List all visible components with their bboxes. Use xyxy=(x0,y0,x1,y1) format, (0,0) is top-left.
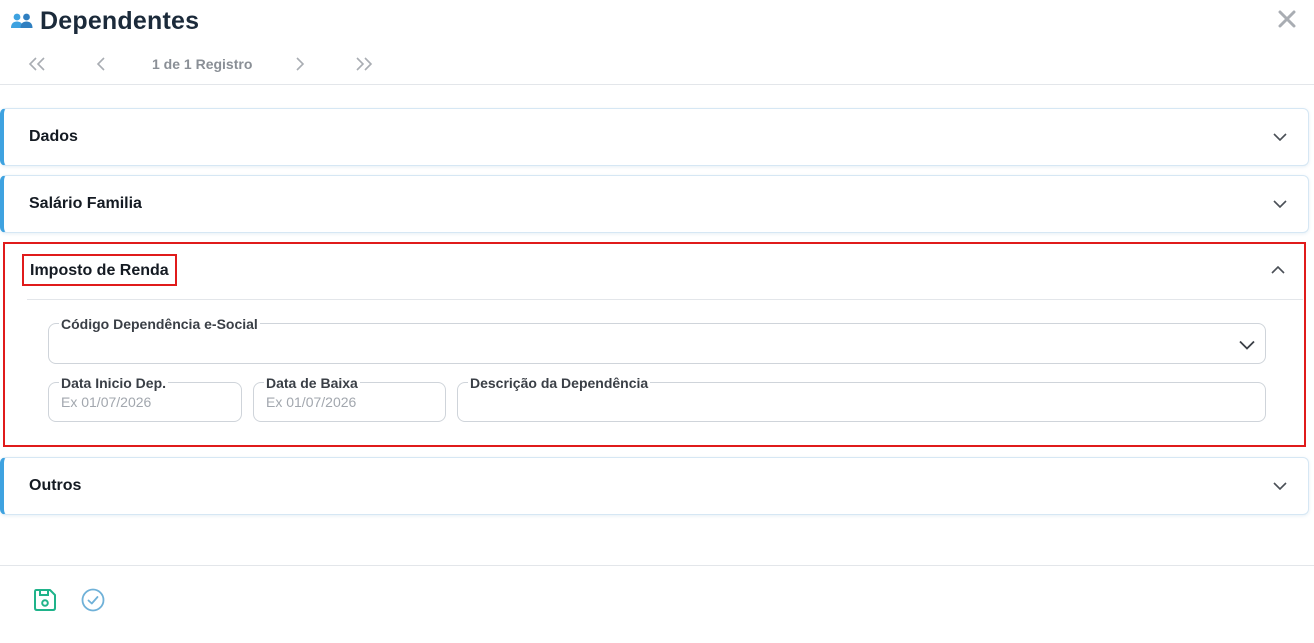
data-baixa-field[interactable]: Data de Baixa xyxy=(253,375,446,422)
codigo-dependencia-select[interactable]: Código Dependência e-Social xyxy=(48,316,1266,364)
pager-info: 1 de 1 Registro xyxy=(152,56,253,72)
descricao-dependencia-input[interactable] xyxy=(470,392,1250,412)
window-header: Dependentes 1 de 1 Registro xyxy=(0,0,1314,85)
descricao-dependencia-label: Descrição da Dependência xyxy=(468,375,651,391)
section-outros[interactable]: Outros xyxy=(0,457,1309,515)
pager-prev-button[interactable] xyxy=(89,54,113,74)
page-title: Dependentes xyxy=(40,6,200,35)
section-dados[interactable]: Dados xyxy=(0,108,1309,166)
chevron-up-icon[interactable] xyxy=(1270,262,1286,278)
close-button[interactable] xyxy=(1276,8,1298,30)
section-salario-title: Salário Familia xyxy=(29,195,142,212)
check-circle-icon xyxy=(81,588,105,612)
data-inicio-label: Data Inicio Dep. xyxy=(59,375,169,391)
chevron-right-icon xyxy=(296,57,305,71)
save-icon xyxy=(34,589,56,611)
section-imposto-header[interactable]: Imposto de Renda xyxy=(22,254,177,286)
chevrons-right-icon xyxy=(356,57,373,71)
pager-next-button[interactable] xyxy=(288,54,312,74)
section-outros-title: Outros xyxy=(29,477,82,494)
users-icon xyxy=(10,11,34,31)
title-row: Dependentes xyxy=(10,6,199,36)
chevron-down-icon[interactable] xyxy=(1272,478,1288,494)
chevrons-left-icon xyxy=(28,57,45,71)
section-imposto-title: Imposto de Renda xyxy=(30,262,169,279)
save-button[interactable] xyxy=(32,587,58,613)
section-divider xyxy=(27,299,1303,300)
data-inicio-input[interactable] xyxy=(61,392,231,412)
chevron-down-icon[interactable] xyxy=(1272,196,1288,212)
descricao-dependencia-field[interactable]: Descrição da Dependência xyxy=(457,375,1266,422)
footer-toolbar xyxy=(0,565,1314,643)
record-pager: 1 de 1 Registro xyxy=(0,50,420,78)
pager-last-button[interactable] xyxy=(352,54,376,74)
codigo-dependencia-label: Código Dependência e-Social xyxy=(59,316,260,332)
confirm-button[interactable] xyxy=(80,587,106,613)
chevron-down-icon xyxy=(1239,337,1255,350)
data-baixa-input[interactable] xyxy=(266,392,436,412)
section-dados-title: Dados xyxy=(29,128,78,145)
close-icon xyxy=(1278,10,1296,28)
chevron-left-icon xyxy=(96,57,105,71)
section-salario-familia[interactable]: Salário Familia xyxy=(0,175,1309,233)
pager-first-button[interactable] xyxy=(25,54,49,74)
section-imposto-de-renda: Imposto de Renda Código Dependência e-So… xyxy=(3,242,1306,447)
data-baixa-label: Data de Baixa xyxy=(264,375,360,391)
data-inicio-field[interactable]: Data Inicio Dep. xyxy=(48,375,242,422)
chevron-down-icon[interactable] xyxy=(1272,129,1288,145)
